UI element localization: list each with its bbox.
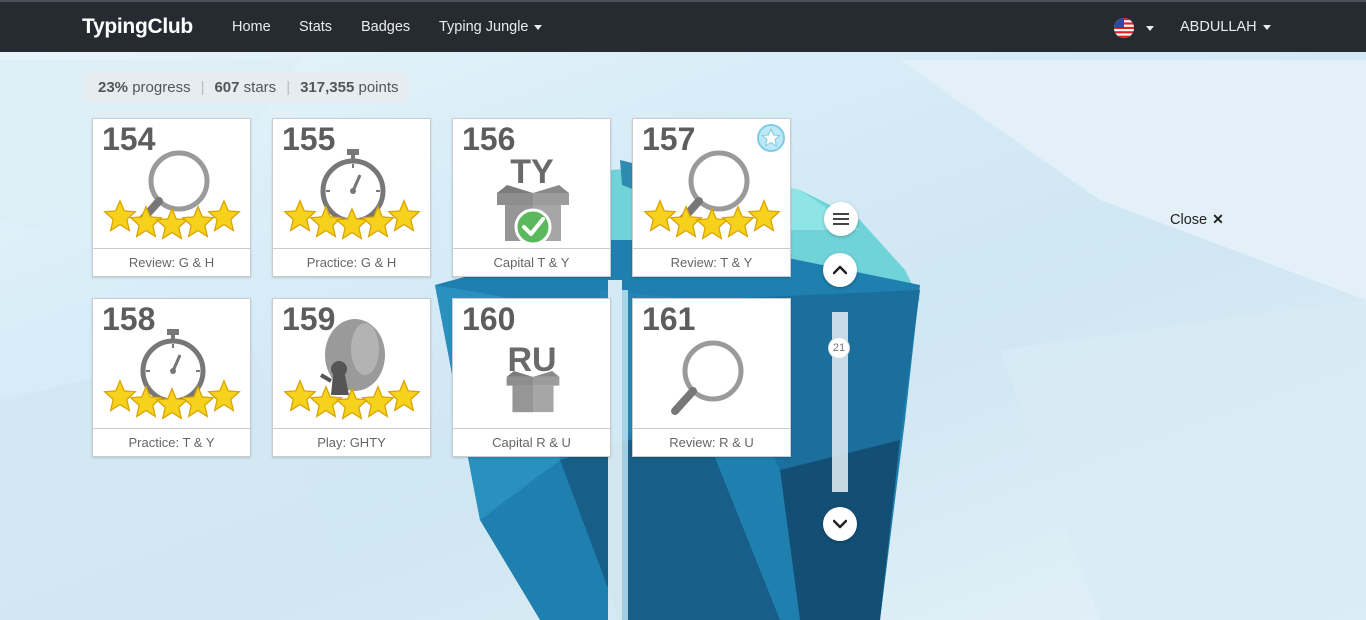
lesson-label: Practice: T & Y [93,428,250,456]
user-menu[interactable]: ABDULLAH [1180,19,1271,35]
lesson-number: 156 [462,121,516,157]
chevron-down-icon [534,24,543,30]
lesson-card-155[interactable]: 155 Practice: G & H [272,118,431,277]
user-name: ABDULLAH [1180,19,1257,35]
lesson-number: 161 [642,301,696,337]
close-button[interactable]: Close ✕ [1170,211,1224,228]
chevron-down-icon [833,519,847,529]
points-label: points [358,78,399,96]
lesson-card-159[interactable]: 159 Play: GHTY [272,298,431,457]
lesson-label: Review: T & Y [633,248,790,276]
chevron-up-icon [833,265,847,275]
lesson-number: 160 [462,301,516,337]
lesson-number: 159 [282,301,336,337]
nav-typing-jungle-label: Typing Jungle [439,19,529,35]
lesson-card-157[interactable]: 157 Review: T & Y [632,118,791,277]
stars-label: stars [243,78,277,96]
lesson-card-161[interactable]: 161 Review: R & U [632,298,791,457]
lesson-label: Review: G & H [93,248,250,276]
lesson-number: 154 [102,121,156,157]
lesson-label: Capital T & Y [453,248,610,276]
lesson-number: 157 [642,121,696,157]
nav-typing-jungle[interactable]: Typing Jungle [439,19,543,35]
lesson-label: Capital R & U [453,428,610,456]
chevron-down-icon [1262,24,1271,30]
lesson-number: 155 [282,121,336,157]
nav-stats[interactable]: Stats [299,19,332,35]
box-letters: TY [510,153,554,191]
lesson-number: 158 [102,301,156,337]
scroll-down-button[interactable] [823,507,857,541]
lesson-label: Review: R & U [633,428,790,456]
lesson-card-160[interactable]: RU 160 Capital R & U [452,298,611,457]
lesson-label: Play: GHTY [273,428,430,456]
language-chevron-down-icon[interactable] [1146,26,1154,31]
points-count: 317,355 [300,78,355,96]
progress-summary: 23% progress | 607 stars | 317,355 point… [83,72,409,102]
lesson-card-158[interactable]: 158 Practice: T & Y [92,298,251,457]
lesson-card-154[interactable]: 154 Review: G & H [92,118,251,277]
top-navbar: TypingClub Home Stats Badges Typing Jung… [0,0,1366,52]
ribbon-star-icon [757,124,785,152]
us-flag-icon[interactable] [1114,18,1134,38]
progress-percent: 23% [98,78,129,96]
scroll-up-button[interactable] [823,253,857,287]
lesson-card-156[interactable]: TY 156 Capital T & Y [452,118,611,277]
nav-home[interactable]: Home [232,19,271,35]
nav-badges[interactable]: Badges [361,19,410,35]
lesson-label: Practice: G & H [273,248,430,276]
stars-count: 607 [214,78,240,96]
check-icon [514,208,552,246]
menu-button[interactable] [824,202,858,236]
close-icon: ✕ [1212,211,1224,227]
lesson-scrollbar-handle[interactable]: 21 [828,337,850,359]
brand-logo[interactable]: TypingClub [82,15,193,39]
hamburger-icon [833,213,849,225]
progress-percent-label: progress [132,78,191,96]
close-label: Close [1170,212,1208,228]
